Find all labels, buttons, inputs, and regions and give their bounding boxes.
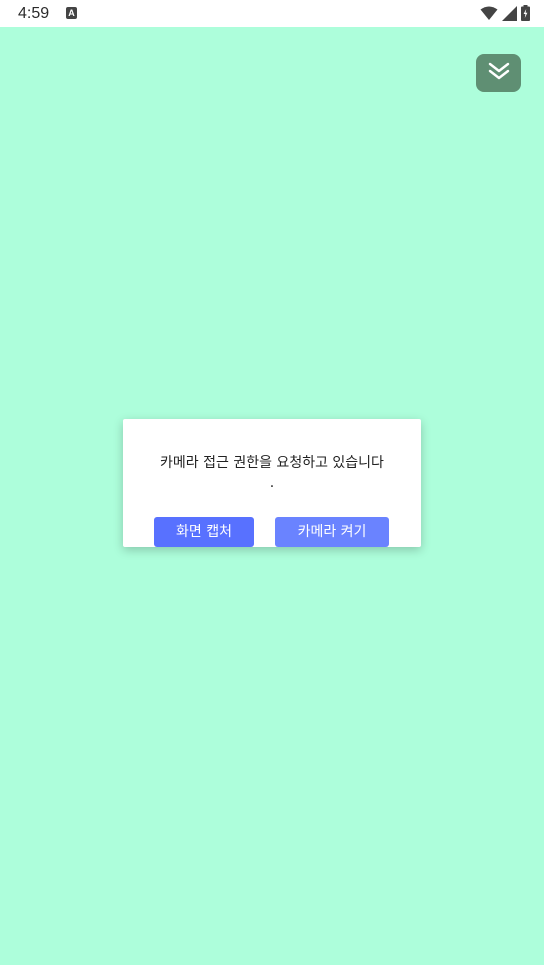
- dialog-message-end: .: [269, 475, 275, 491]
- camera-on-button[interactable]: 카메라 켜기: [275, 517, 389, 547]
- dialog-message-text: 카메라 접근 권한을 요청하고 있습니다: [160, 455, 384, 471]
- camera-permission-dialog: 카메라 접근 권한을 요청하고 있습니다 . 화면 캡처 카메라 켜기: [123, 419, 421, 547]
- status-icons: [480, 5, 530, 21]
- wifi-icon: [480, 6, 498, 21]
- status-bar: 4:59 A: [0, 0, 544, 27]
- status-time: 4:59: [18, 5, 50, 22]
- notification-a-icon: A: [66, 7, 77, 19]
- screen-capture-button[interactable]: 화면 캡처: [154, 517, 254, 547]
- signal-icon: [502, 5, 517, 21]
- double-chevron-down-icon: [488, 61, 510, 85]
- dialog-message: 카메라 접근 권한을 요청하고 있습니다 .: [141, 453, 403, 493]
- collapse-button[interactable]: [476, 54, 521, 92]
- battery-icon: [521, 5, 530, 21]
